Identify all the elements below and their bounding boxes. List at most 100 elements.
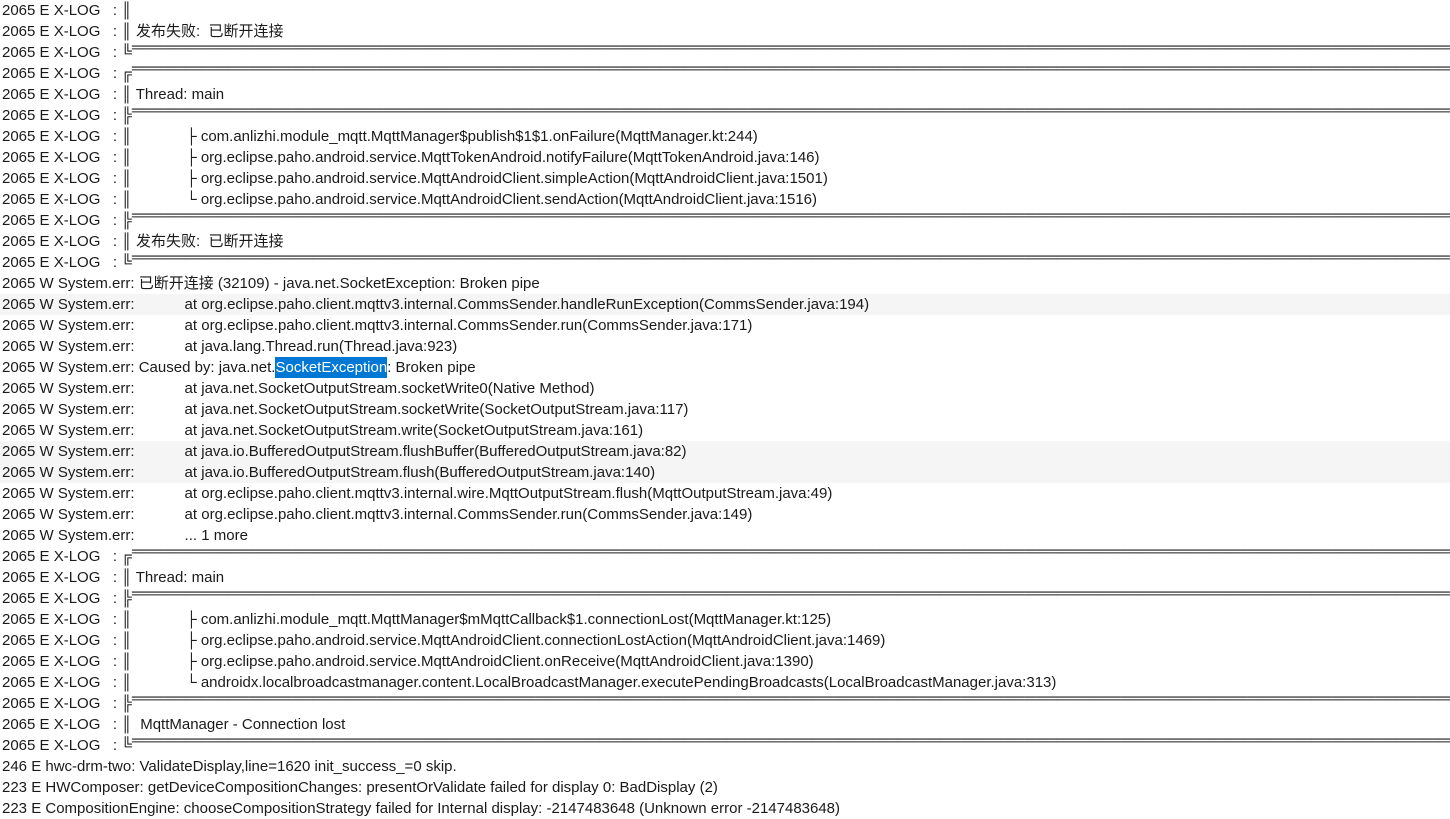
log-line[interactable]: 2065 E X-LOG : ║ [0,0,1450,21]
box-drawing-horizontal: ════════════════════════════════════════… [132,541,1450,562]
log-output[interactable]: 2065 E X-LOG : ║2065 E X-LOG : ║ 发布失败: 已… [0,0,1450,819]
log-line[interactable]: 246 E hwc-drm-two: ValidateDisplay,line=… [0,756,1450,777]
box-drawing-horizontal: ════════════════════════════════════════… [132,730,1450,751]
log-prefix: 2065 W System.err: [2,504,135,525]
log-line[interactable]: 2065 W System.err: at org.eclipse.paho.c… [0,504,1450,525]
log-line[interactable]: 2065 W System.err: at java.lang.Thread.r… [0,336,1450,357]
log-prefix: 2065 E X-LOG : [2,42,117,63]
log-body: ╔ [117,63,132,84]
log-line[interactable]: 2065 W System.err: at java.io.BufferedOu… [0,441,1450,462]
log-prefix: 223 E HWComposer: [2,777,144,798]
log-body: at org.eclipse.paho.client.mqttv3.intern… [135,294,870,315]
log-line[interactable]: 2065 E X-LOG : ║ ├ com.anlizhi.module_mq… [0,126,1450,147]
log-prefix: 2065 W System.err: [2,315,135,336]
log-line[interactable]: 2065 W System.err: at org.eclipse.paho.c… [0,315,1450,336]
log-line[interactable]: 2065 E X-LOG : ║ ├ org.eclipse.paho.andr… [0,147,1450,168]
log-prefix: 2065 E X-LOG : [2,189,117,210]
log-line[interactable]: 2065 W System.err: at org.eclipse.paho.c… [0,294,1450,315]
log-line[interactable]: 2065 E X-LOG : ╚════════════════════════… [0,735,1450,756]
log-body: at org.eclipse.paho.client.mqttv3.intern… [135,483,833,504]
log-line[interactable]: 2065 E X-LOG : ╠════════════════════════… [0,210,1450,231]
log-body-segment: Caused by: java.net. [135,357,276,378]
log-prefix: 2065 E X-LOG : [2,693,117,714]
log-body: ║ [117,0,132,21]
log-line[interactable]: 2065 E X-LOG : ╚════════════════════════… [0,252,1450,273]
log-body: at java.io.BufferedOutputStream.flushBuf… [135,441,687,462]
log-body: ╠ [117,693,132,714]
log-body: at java.net.SocketOutputStream.socketWri… [135,399,689,420]
log-body: 已断开连接 (32109) - java.net.SocketException… [135,273,540,294]
log-prefix: 2065 W System.err: [2,336,135,357]
log-prefix: 2065 E X-LOG : [2,21,117,42]
log-line[interactable]: 2065 E X-LOG : ╔════════════════════════… [0,63,1450,84]
log-line[interactable]: 2065 E X-LOG : ║ ├ org.eclipse.paho.andr… [0,168,1450,189]
log-body: ║ ├ com.anlizhi.module_mqtt.MqttManager$… [117,126,758,147]
log-prefix: 2065 E X-LOG : [2,714,117,735]
log-body: ╚ [117,42,132,63]
log-line[interactable]: 2065 E X-LOG : ╠════════════════════════… [0,588,1450,609]
log-body: ║ ├ org.eclipse.paho.android.service.Mqt… [117,651,814,672]
log-prefix: 2065 E X-LOG : [2,210,117,231]
log-prefix: 2065 W System.err: [2,441,135,462]
log-prefix: 2065 E X-LOG : [2,168,117,189]
log-prefix: 2065 W System.err: [2,525,135,546]
log-line[interactable]: 2065 W System.err: at org.eclipse.paho.c… [0,483,1450,504]
log-prefix: 2065 W System.err: [2,273,135,294]
log-body: ║ ├ com.anlizhi.module_mqtt.MqttManager$… [117,609,831,630]
log-line[interactable]: 2065 E X-LOG : ║ ├ org.eclipse.paho.andr… [0,630,1450,651]
log-prefix: 2065 E X-LOG : [2,735,117,756]
log-body: ║ ├ org.eclipse.paho.android.service.Mqt… [117,168,828,189]
log-line[interactable]: 223 E HWComposer: getDeviceCompositionCh… [0,777,1450,798]
log-prefix: 2065 E X-LOG : [2,630,117,651]
log-body: ║ ├ org.eclipse.paho.android.service.Mqt… [117,630,885,651]
log-body: at org.eclipse.paho.client.mqttv3.intern… [135,315,753,336]
log-line[interactable]: 2065 W System.err: Caused by: java.net.S… [0,357,1450,378]
log-prefix: 2065 E X-LOG : [2,147,117,168]
log-line[interactable]: 223 E CompositionEngine: chooseCompositi… [0,798,1450,819]
box-drawing-horizontal: ════════════════════════════════════════… [132,583,1450,604]
log-body: at java.lang.Thread.run(Thread.java:923) [135,336,458,357]
log-prefix: 2065 E X-LOG : [2,84,117,105]
log-prefix: 246 E hwc-drm-two: [2,756,135,777]
log-line[interactable]: 2065 W System.err: at java.net.SocketOut… [0,378,1450,399]
log-body: chooseCompositionStrategy failed for Int… [180,798,840,819]
log-prefix: 2065 E X-LOG : [2,567,117,588]
log-prefix: 2065 W System.err: [2,399,135,420]
log-body: ╠ [117,588,132,609]
log-body: ValidateDisplay,line=1620 init_success_=… [135,756,456,777]
log-prefix: 2065 E X-LOG : [2,105,117,126]
log-body: at org.eclipse.paho.client.mqttv3.intern… [135,504,753,525]
box-drawing-horizontal: ════════════════════════════════════════… [132,37,1450,58]
log-line[interactable]: 2065 W System.err: at java.io.BufferedOu… [0,462,1450,483]
log-prefix: 2065 E X-LOG : [2,126,117,147]
log-body: ╚ [117,735,132,756]
log-body-segment: : Broken pipe [387,357,475,378]
log-prefix: 2065 W System.err: [2,420,135,441]
log-prefix: 2065 W System.err: [2,357,135,378]
log-line[interactable]: 2065 W System.err: at java.net.SocketOut… [0,399,1450,420]
box-drawing-horizontal: ════════════════════════════════════════… [132,688,1450,709]
log-prefix: 2065 W System.err: [2,378,135,399]
log-line[interactable]: 2065 E X-LOG : ╔════════════════════════… [0,546,1450,567]
log-line[interactable]: 2065 E X-LOG : ║ ├ com.anlizhi.module_mq… [0,609,1450,630]
log-body: ╠ [117,105,132,126]
log-prefix: 2065 E X-LOG : [2,546,117,567]
log-line[interactable]: 2065 W System.err: at java.net.SocketOut… [0,420,1450,441]
log-line[interactable]: 2065 E X-LOG : ╠════════════════════════… [0,693,1450,714]
log-prefix: 2065 E X-LOG : [2,672,117,693]
box-drawing-horizontal: ════════════════════════════════════════… [132,205,1450,226]
log-prefix: 2065 E X-LOG : [2,0,117,21]
log-prefix: 223 E CompositionEngine: [2,798,180,819]
selected-text: SocketException [275,357,387,378]
log-prefix: 2065 E X-LOG : [2,588,117,609]
box-drawing-horizontal: ════════════════════════════════════════… [132,247,1450,268]
log-line[interactable]: 2065 E X-LOG : ║ ├ org.eclipse.paho.andr… [0,651,1450,672]
log-prefix: 2065 E X-LOG : [2,252,117,273]
log-prefix: 2065 W System.err: [2,483,135,504]
log-prefix: 2065 W System.err: [2,462,135,483]
log-body: ╚ [117,252,132,273]
log-line[interactable]: 2065 E X-LOG : ╠════════════════════════… [0,105,1450,126]
box-drawing-horizontal: ════════════════════════════════════════… [132,100,1450,121]
log-prefix: 2065 W System.err: [2,294,135,315]
log-line[interactable]: 2065 W System.err: 已断开连接 (32109) - java.… [0,273,1450,294]
